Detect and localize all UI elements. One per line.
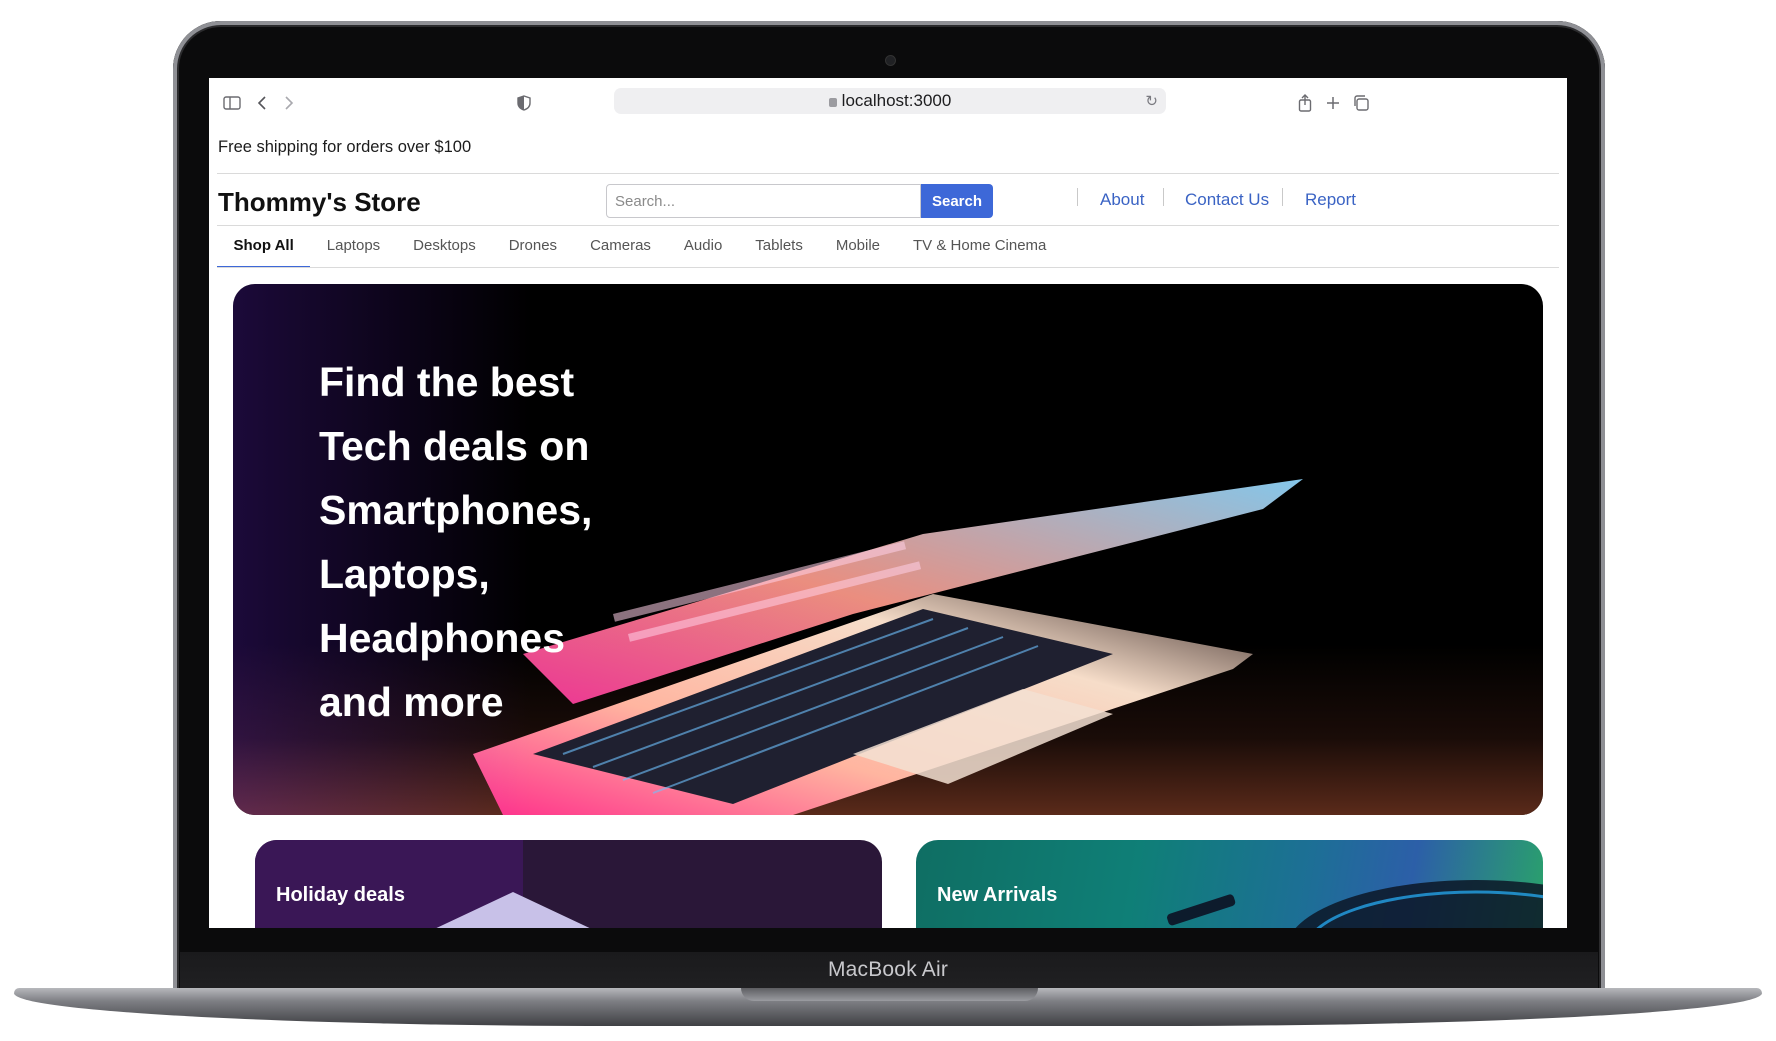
browser-screen: localhost:3000 ↻ Free shipping for order…: [209, 78, 1567, 928]
lock-icon: [828, 97, 837, 107]
card-title: New Arrivals: [937, 884, 1058, 906]
store-logo[interactable]: Thommy's Store: [218, 187, 421, 218]
model-label: MacBook Air: [827, 958, 949, 981]
hero-line: Tech deals on: [319, 423, 590, 469]
hero-line: Find the best: [319, 359, 575, 405]
sidebar-icon[interactable]: [221, 92, 243, 114]
card-title: Holiday deals: [276, 884, 405, 906]
shield-icon[interactable]: [513, 92, 535, 114]
divider: [217, 173, 1559, 174]
nav-report-link[interactable]: Report: [1305, 190, 1356, 210]
holiday-deals-card[interactable]: Holiday deals: [255, 840, 882, 928]
hero-line: and more: [319, 679, 504, 725]
new-tab-icon[interactable]: [1322, 92, 1344, 114]
category-tabs: Shop All Laptops Desktops Drones Cameras…: [217, 224, 1063, 268]
new-arrivals-card[interactable]: New Arrivals: [916, 840, 1543, 928]
nav-separator: [1282, 188, 1283, 206]
tab-tv-home-cinema[interactable]: TV & Home Cinema: [897, 224, 1063, 268]
tab-laptops[interactable]: Laptops: [310, 224, 396, 268]
tabs-overview-icon[interactable]: [1350, 92, 1372, 114]
tab-desktops[interactable]: Desktops: [397, 224, 493, 268]
tab-mobile[interactable]: Mobile: [819, 224, 896, 268]
nav-about-link[interactable]: About: [1100, 190, 1144, 210]
promo-banner: Free shipping for orders over $100: [218, 138, 472, 156]
card-decoration: [428, 892, 598, 928]
tab-tablets[interactable]: Tablets: [739, 224, 820, 268]
divider: [217, 267, 1559, 268]
nav-separator: [1077, 188, 1078, 206]
tab-cameras[interactable]: Cameras: [574, 224, 668, 268]
webcam: [885, 55, 896, 66]
share-icon[interactable]: [1294, 92, 1316, 114]
nav-contact-link[interactable]: Contact Us: [1185, 190, 1269, 210]
hero-line: Laptops,: [319, 551, 490, 597]
browser-toolbar: localhost:3000 ↻: [209, 78, 1567, 126]
hero-banner[interactable]: Find the best Tech deals on Smartphones,…: [233, 284, 1543, 815]
laptop-opening-notch: [741, 988, 1038, 1001]
tab-drones[interactable]: Drones: [492, 224, 573, 268]
forward-icon[interactable]: [278, 92, 300, 114]
search-input[interactable]: [606, 184, 921, 218]
back-icon[interactable]: [251, 92, 273, 114]
url-text: localhost:3000: [841, 91, 952, 110]
search-button[interactable]: Search: [921, 184, 993, 218]
reload-icon[interactable]: ↻: [1145, 92, 1158, 110]
tab-shop-all[interactable]: Shop All: [217, 224, 311, 268]
tab-audio[interactable]: Audio: [667, 224, 738, 268]
hero-line: Smartphones,: [319, 487, 593, 533]
nav-separator: [1163, 188, 1164, 206]
hero-headline: Find the best Tech deals on Smartphones,…: [319, 350, 649, 734]
hero-line: Headphones: [319, 615, 566, 661]
address-bar[interactable]: localhost:3000 ↻: [614, 88, 1166, 114]
